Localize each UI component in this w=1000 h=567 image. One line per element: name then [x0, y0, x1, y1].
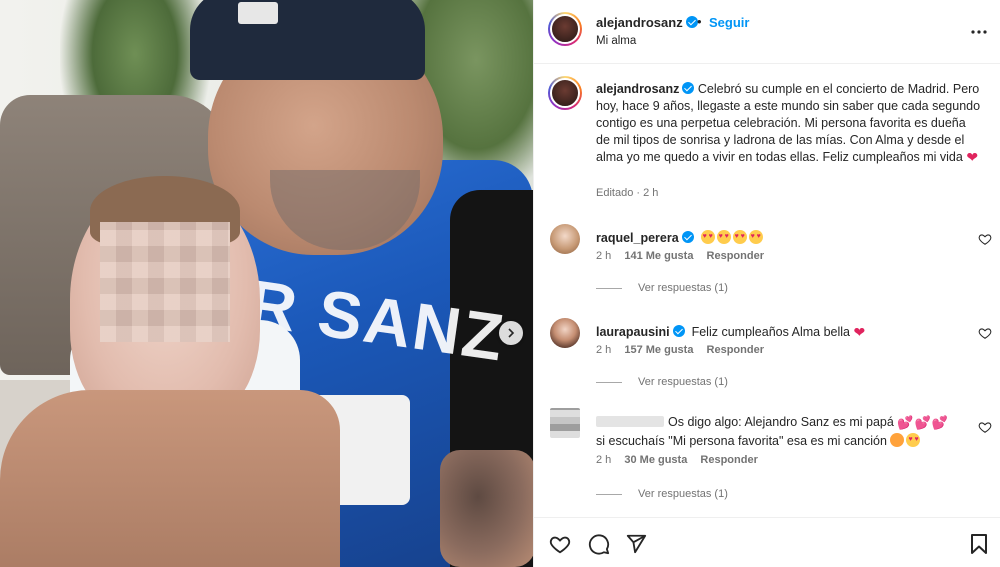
caption-text-block: alejandrosanz Celebró su cumple en el co…: [596, 81, 981, 166]
carousel-next-button[interactable]: [499, 321, 523, 345]
view-replies-button[interactable]: Ver respuestas (1): [596, 282, 728, 294]
kiss-emoji-icon: [890, 433, 905, 447]
replies-divider: [596, 287, 622, 289]
heart-eyes-emoji-icon: [732, 230, 747, 244]
reply-button[interactable]: Responder: [707, 250, 764, 262]
more-options-button[interactable]: [969, 22, 989, 42]
photo-man-tattoo: [440, 450, 533, 567]
verified-badge-icon: [672, 325, 685, 337]
view-replies-label[interactable]: Ver respuestas (1): [638, 488, 728, 500]
commenter-username[interactable]: laurapausini: [596, 325, 670, 339]
comment-like-heart-icon[interactable]: [978, 420, 992, 434]
share-button[interactable]: [624, 532, 648, 556]
comment-body: Os digo algo: Alejandro Sanz es mi papá …: [596, 413, 966, 450]
comment-likes[interactable]: 141 Me gusta: [624, 250, 693, 262]
save-button[interactable]: [967, 532, 991, 556]
photo-baby-face-pixelated: [100, 222, 230, 342]
comment-meta: 2 h 30 Me gusta Responder: [596, 454, 768, 466]
post-location[interactable]: Mi alma: [596, 35, 636, 47]
comment-text: Feliz cumpleaños Alma bella: [691, 325, 851, 339]
red-heart-emoji-icon: ❤: [966, 149, 979, 165]
heart-icon: [549, 536, 571, 554]
comment-text-line2: si escuchaís "Mi persona favorita" esa e…: [596, 434, 887, 448]
sparkling-heart-emoji-icon: 💕: [931, 415, 948, 430]
author-username-text[interactable]: alejandrosanz: [596, 15, 683, 30]
verified-badge-icon: [685, 16, 698, 28]
photo-man-arm: [0, 390, 340, 567]
commenter-avatar-pixelated[interactable]: [550, 408, 580, 438]
comment-time: 2 h: [596, 344, 612, 356]
post-caption: alejandrosanz Celebró su cumple en el co…: [534, 64, 1000, 214]
comment-body: laurapausini Feliz cumpleaños Alma bella…: [596, 323, 966, 341]
view-replies-label[interactable]: Ver respuestas (1): [638, 282, 728, 294]
post-photo[interactable]: R SANZ: [0, 0, 533, 567]
commenter-avatar[interactable]: [550, 224, 580, 254]
view-replies-label[interactable]: Ver respuestas (1): [638, 376, 728, 388]
share-icon: [626, 534, 647, 554]
post-action-bar: [534, 517, 1000, 567]
heart-eyes-emoji-icon: [716, 230, 731, 244]
like-button[interactable]: [548, 532, 572, 556]
chevron-right-icon: [508, 328, 515, 338]
sparkling-heart-emoji-icon: 💕: [897, 415, 914, 430]
verified-badge-icon: [682, 82, 695, 94]
comment-icon: [588, 534, 610, 555]
comment-meta: 2 h 157 Me gusta Responder: [596, 344, 774, 356]
caption-username[interactable]: alejandrosanz: [596, 82, 679, 96]
comment-time: 2 h: [596, 250, 612, 262]
view-replies-button[interactable]: Ver respuestas (1): [596, 488, 728, 500]
author-avatar[interactable]: [548, 12, 582, 46]
post-header: alejandrosanz • Seguir Mi alma: [534, 0, 1000, 64]
header-separator: •: [697, 14, 702, 29]
red-heart-emoji-icon: ❤: [853, 324, 866, 340]
caption-meta: Editado · 2 h: [596, 187, 659, 199]
verified-badge-icon: [681, 231, 694, 243]
redacted-username: [596, 416, 664, 427]
comment-like-heart-icon[interactable]: [978, 326, 992, 340]
caption-author-avatar[interactable]: [548, 76, 582, 110]
reply-button[interactable]: Responder: [700, 454, 757, 466]
comment-time: 2 h: [596, 454, 612, 466]
follow-button[interactable]: Seguir: [709, 15, 749, 30]
comment-like-heart-icon[interactable]: [978, 232, 992, 246]
comment-button[interactable]: [587, 532, 611, 556]
sparkling-heart-emoji-icon: 💕: [914, 415, 931, 430]
view-replies-button[interactable]: Ver respuestas (1): [596, 376, 728, 388]
photo-man-cap: [190, 0, 425, 80]
bookmark-icon: [971, 534, 987, 554]
comment-likes[interactable]: 157 Me gusta: [624, 344, 693, 356]
commenter-username[interactable]: raquel_perera: [596, 231, 679, 245]
comment-likes[interactable]: 30 Me gusta: [624, 454, 687, 466]
reply-button[interactable]: Responder: [707, 344, 764, 356]
comment-text-line1: Os digo algo: Alejandro Sanz es mi papá: [668, 415, 894, 429]
more-options-icon: [971, 30, 987, 34]
comment-body: raquel_perera: [596, 229, 966, 247]
commenter-avatar[interactable]: [550, 318, 580, 348]
post-side-panel: alejandrosanz • Seguir Mi alma alejandro…: [533, 0, 1000, 567]
heart-eyes-emoji-icon: [700, 230, 715, 244]
replies-divider: [596, 381, 622, 383]
author-username[interactable]: alejandrosanz: [596, 15, 698, 30]
comment-meta: 2 h 141 Me gusta Responder: [596, 250, 774, 262]
heart-eyes-emoji-icon: [906, 433, 921, 447]
photo-cap-logo: [238, 2, 278, 24]
heart-eyes-emoji-icon: [748, 230, 763, 244]
replies-divider: [596, 493, 622, 495]
